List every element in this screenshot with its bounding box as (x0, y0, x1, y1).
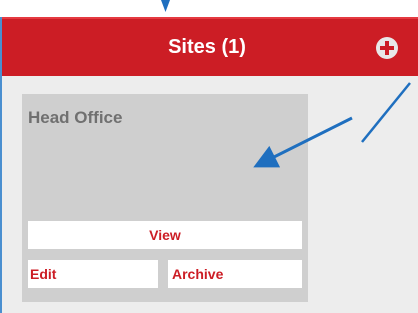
pointer-arrow-icon (253, 116, 353, 168)
annotation-arrows (161, 0, 411, 168)
down-arrow-icon (161, 0, 170, 12)
pointer-arrow-icon (361, 82, 411, 143)
